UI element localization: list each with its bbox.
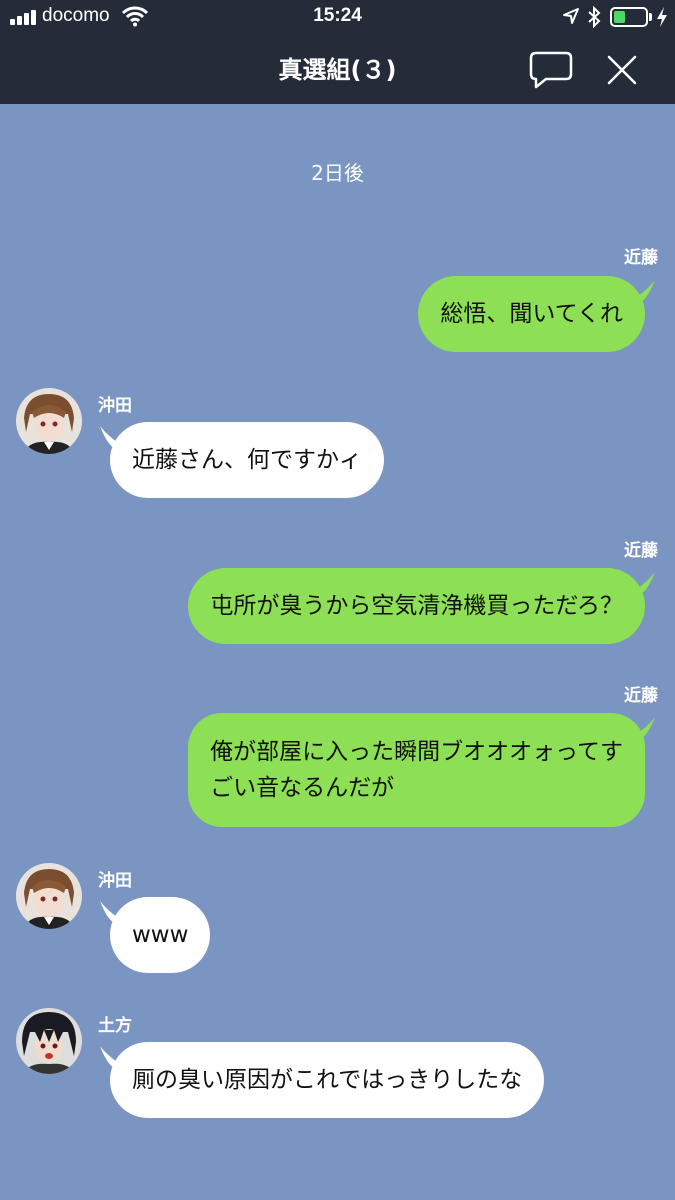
avatar[interactable]	[16, 1008, 82, 1074]
sender-name: 近藤	[624, 248, 658, 268]
bubble-tail	[100, 426, 126, 448]
date-divider: 2日後	[311, 161, 364, 185]
battery-icon	[610, 7, 648, 27]
location-icon	[563, 8, 579, 24]
message-bubble-received[interactable]: 厠の臭い原因がこれではっきりしたな	[100, 1042, 545, 1118]
message-text-line: 俺が部屋に入った瞬間ブオオオォってす	[210, 739, 623, 765]
message-bubble-sent[interactable]: 俺が部屋に入った瞬間ブオオオォってす ごい音なるんだが	[188, 713, 655, 827]
message-bubble-sent[interactable]: 総悟、聞いてくれ	[418, 276, 655, 352]
bubble-tail	[100, 1046, 126, 1068]
message-text-line: ごい音なるんだが	[210, 775, 395, 801]
battery-tip	[649, 13, 652, 21]
message-text: 屯所が臭うから空気清浄機買っただろ？	[210, 593, 623, 619]
avatar[interactable]	[16, 863, 82, 929]
bubble-tail	[100, 901, 126, 923]
bubble-tail	[629, 572, 655, 594]
message-bubble-received[interactable]: www	[100, 897, 211, 973]
bubble-tail	[629, 280, 655, 302]
sender-name: 沖田	[98, 871, 132, 891]
message-text: 総悟、聞いてくれ	[440, 301, 623, 327]
chat-icon[interactable]	[528, 50, 574, 90]
charging-icon	[657, 7, 667, 27]
bubble-tail	[629, 717, 655, 739]
sender-name: 近藤	[624, 686, 658, 706]
close-icon[interactable]	[604, 52, 640, 88]
sender-name: 沖田	[98, 396, 132, 416]
top-bar: docomo 15:24 真選組(３)	[0, 0, 675, 104]
message-text: 近藤さん、何ですかィ	[132, 447, 362, 473]
status-bar: docomo 15:24	[0, 0, 675, 36]
message-text: www	[132, 922, 189, 948]
sender-name: 近藤	[624, 541, 658, 561]
message-text: 厠の臭い原因がこれではっきりしたな	[132, 1067, 523, 1093]
sender-name: 土方	[98, 1016, 132, 1036]
message-bubble-sent[interactable]: 屯所が臭うから空気清浄機買っただろ？	[188, 568, 655, 644]
battery-level	[614, 11, 625, 23]
avatar[interactable]	[16, 388, 82, 454]
bluetooth-icon	[588, 6, 601, 28]
message-bubble-received[interactable]: 近藤さん、何ですかィ	[100, 422, 384, 498]
